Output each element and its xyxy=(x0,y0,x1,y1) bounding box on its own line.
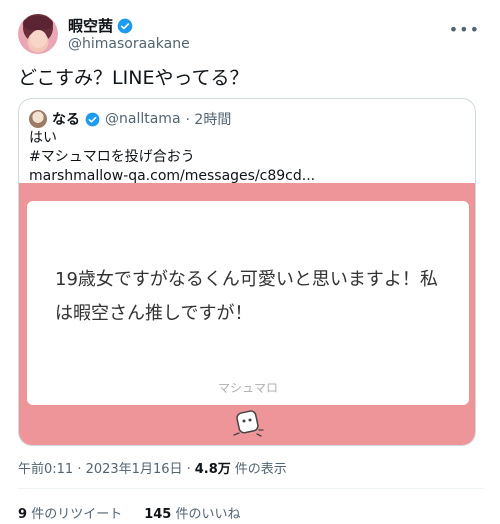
quoted-timestamp[interactable]: · 2時間 xyxy=(186,109,232,129)
retweets-count: 9 xyxy=(18,507,28,522)
quoted-display-name[interactable]: なる xyxy=(52,109,80,129)
marshmallow-message-card: 19歳女ですがなるくん可愛いと思いますよ！私は暇空さん推しですが！ マシュマロ xyxy=(27,201,469,405)
author-display-name[interactable]: 暇空茜 xyxy=(68,15,113,36)
likes-label: 件のいいね xyxy=(175,507,241,522)
views-label: 件の表示 xyxy=(234,462,287,477)
marshmallow-card-image[interactable]: 19歳女ですがなるくん可愛いと思いますよ！私は暇空さん推しですが！ マシュマロ xyxy=(19,183,475,445)
verified-badge-icon xyxy=(117,18,133,33)
more-horizontal-icon[interactable]: ••• xyxy=(449,20,480,39)
quoted-avatar[interactable] xyxy=(29,110,47,128)
marshmallow-mascot-icon xyxy=(233,410,264,437)
avatar[interactable] xyxy=(18,14,58,54)
tweet-header: 暇空茜 @himasoraakane ••• xyxy=(18,12,484,60)
quoted-tweet-body: はい #マシュマロを投げ合おう marshmallow-qa.com/messa… xyxy=(29,129,315,186)
marshmallow-message-text: 19歳女ですがなるくん可愛いと思いますよ！私は暇空さん推しですが！ xyxy=(55,269,438,324)
views-count: 4.8万 xyxy=(194,462,231,477)
quoted-handle[interactable]: @nalltama xyxy=(105,111,181,127)
retweets-label: 件のリツイート xyxy=(31,507,123,522)
quoted-tweet-header: なる @nalltama · 2時間 xyxy=(29,109,231,129)
quoted-hashtag[interactable]: #マシュマロを投げ合おう xyxy=(29,148,315,167)
tweet-timestamp[interactable]: 午前0:11 · 2023年1月16日 · xyxy=(18,458,191,477)
verified-badge-icon xyxy=(85,112,100,126)
marshmallow-logo-text: マシュマロ xyxy=(217,381,278,395)
retweets-stat[interactable]: 9 件のリツイート xyxy=(18,503,122,522)
quoted-text-line: はい xyxy=(29,130,57,146)
tweet-meta: 午前0:11 · 2023年1月16日 · 4.8万 件の表示 xyxy=(18,458,287,477)
likes-stat[interactable]: 145 件のいいね xyxy=(144,503,240,522)
likes-count: 145 xyxy=(144,507,172,522)
divider xyxy=(18,488,484,489)
engagement-stats: 9 件のリツイート 145 件のいいね xyxy=(18,503,241,522)
tweet-text: どこすみ？LINEやってる？ xyxy=(18,67,249,89)
author-handle[interactable]: @himasoraakane xyxy=(68,36,190,52)
quoted-tweet[interactable]: なる @nalltama · 2時間 はい #マシュマロを投げ合おう marsh… xyxy=(18,98,476,446)
author-name-row[interactable]: 暇空茜 xyxy=(68,15,133,36)
